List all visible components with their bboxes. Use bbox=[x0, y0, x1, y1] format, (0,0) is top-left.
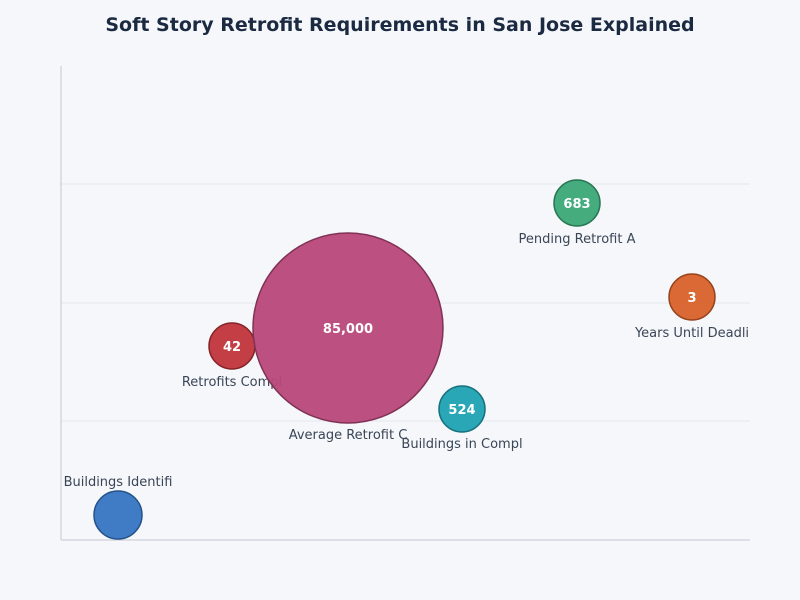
bubble-group: 85,000 Average Retrofit C bbox=[252, 232, 444, 443]
bubble-chart: Buildings Identifi42Retrofits Compl85,00… bbox=[60, 66, 750, 541]
bubble-value-label: 524 bbox=[448, 403, 475, 418]
bubble-category-label: Buildings Identifi bbox=[64, 475, 173, 490]
bubble-value-label: 3 bbox=[687, 291, 696, 306]
bubble-category-label: Buildings in Compl bbox=[401, 437, 522, 452]
bubble-value-label: 85,000 bbox=[323, 322, 373, 337]
bubble-group: 524 Buildings in Compl bbox=[401, 385, 523, 452]
bubble-value-label: 683 bbox=[563, 197, 590, 212]
bubble-group: 683 Pending Retrofit A bbox=[519, 179, 636, 247]
bubble-category-label: Average Retrofit C bbox=[289, 428, 408, 443]
bubble-category-label: Pending Retrofit A bbox=[519, 232, 636, 247]
bubble-group: 3 Years Until Deadli bbox=[634, 273, 749, 341]
bubble-group: Buildings Identifi bbox=[64, 475, 173, 540]
bubble-value-label: 42 bbox=[223, 340, 241, 355]
bubble bbox=[93, 490, 143, 540]
bubble-category-label: Years Until Deadli bbox=[634, 326, 749, 341]
bubbles-layer: Buildings Identifi42Retrofits Compl85,00… bbox=[64, 179, 749, 540]
